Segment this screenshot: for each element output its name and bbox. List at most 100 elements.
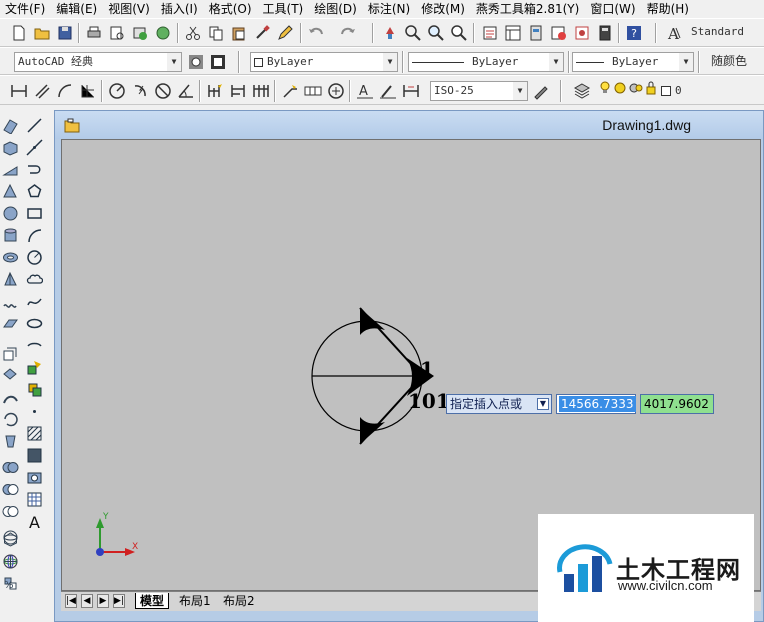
region-button[interactable]	[24, 467, 44, 487]
pan-realtime-button[interactable]	[380, 23, 400, 43]
help-button[interactable]: ?	[624, 23, 644, 43]
dim-style-combo[interactable]: ISO-25 ▼	[430, 81, 528, 101]
pyramid-button[interactable]	[0, 269, 20, 289]
arc-button[interactable]	[24, 225, 44, 245]
workspace-save-button[interactable]	[208, 52, 228, 72]
markup-set-button[interactable]	[572, 23, 592, 43]
point-button[interactable]	[24, 401, 44, 421]
continue-dim-button[interactable]	[251, 81, 271, 101]
loft-button[interactable]	[0, 431, 20, 451]
subtract-button[interactable]	[0, 479, 20, 499]
zoom-window-button[interactable]	[426, 23, 446, 43]
dim-edit-button[interactable]: A	[355, 81, 375, 101]
new-file-button[interactable]	[9, 23, 29, 43]
dim-text-edit-button[interactable]	[378, 81, 398, 101]
polygon-button[interactable]	[24, 181, 44, 201]
text-style-combo[interactable]: Standard	[688, 23, 764, 43]
tab-prev-button[interactable]: ◀	[81, 594, 93, 608]
menu-yanxiu-toolbox[interactable]: 燕秀工具箱2.81(Y)	[471, 0, 585, 18]
redo-button[interactable]	[338, 23, 358, 43]
lineweight-combo[interactable]: ByLayer ▼	[572, 52, 694, 72]
publish-button[interactable]	[130, 23, 150, 43]
intersect-button[interactable]	[0, 501, 20, 521]
helix-button[interactable]	[0, 291, 20, 311]
label-top[interactable]: 1	[420, 357, 434, 381]
tab-first-button[interactable]: |◀	[65, 594, 77, 608]
extrude-button[interactable]	[0, 343, 20, 363]
radius-dim-button[interactable]	[107, 81, 127, 101]
sheet-set-manager-button[interactable]	[549, 23, 569, 43]
insert-block-button[interactable]	[24, 357, 44, 377]
text-style-button[interactable]: A	[664, 23, 684, 43]
linetype-combo[interactable]: ByLayer ▼	[408, 52, 564, 72]
torus-button[interactable]	[0, 247, 20, 267]
quick-calc-button[interactable]	[595, 23, 615, 43]
open-file-button[interactable]	[32, 23, 52, 43]
menu-file[interactable]: 文件(F)	[0, 0, 51, 18]
menu-view[interactable]: 视图(V)	[103, 0, 156, 18]
ellipse-arc-button[interactable]	[24, 335, 44, 355]
dim-update-button[interactable]	[401, 81, 421, 101]
walk-fly-button[interactable]: %	[0, 573, 20, 593]
cylinder-button[interactable]	[0, 225, 20, 245]
tab-layout1[interactable]: 布局1	[175, 593, 215, 609]
tolerance-button[interactable]	[303, 81, 323, 101]
save-button[interactable]	[55, 23, 75, 43]
menu-edit[interactable]: 编辑(E)	[51, 0, 103, 18]
multiline-text-button[interactable]: A	[24, 511, 44, 531]
menu-draw[interactable]: 绘图(D)	[309, 0, 363, 18]
polysolid-button[interactable]	[0, 115, 20, 135]
ellipse-button[interactable]	[24, 313, 44, 333]
workspace-settings-button[interactable]	[186, 52, 206, 72]
tab-next-button[interactable]: ▶	[97, 594, 109, 608]
cut-button[interactable]	[183, 23, 203, 43]
quick-leader-button[interactable]	[280, 81, 300, 101]
sphere-button[interactable]	[0, 203, 20, 223]
menu-format[interactable]: 格式(O)	[204, 0, 258, 18]
block-editor-button[interactable]	[275, 23, 295, 43]
paste-button[interactable]	[229, 23, 249, 43]
union-button[interactable]	[0, 457, 20, 477]
polyline-button[interactable]	[24, 159, 44, 179]
chevron-down-icon[interactable]: ▼	[537, 398, 549, 410]
wedge-button[interactable]	[0, 159, 20, 179]
properties-button[interactable]	[480, 23, 500, 43]
baseline-dim-button[interactable]	[228, 81, 248, 101]
revolve-button[interactable]	[0, 409, 20, 429]
menu-tools[interactable]: 工具(T)	[258, 0, 310, 18]
sweep-button[interactable]	[0, 387, 20, 407]
undo-button[interactable]	[306, 23, 326, 43]
quick-dim-button[interactable]	[205, 81, 225, 101]
print-button[interactable]	[84, 23, 104, 43]
jogged-dim-button[interactable]	[130, 81, 150, 101]
box-button[interactable]	[0, 137, 20, 157]
ordinate-dim-button[interactable]	[78, 81, 98, 101]
tab-model[interactable]: 模型	[135, 593, 170, 609]
angular-dim-button[interactable]	[176, 81, 196, 101]
menu-help[interactable]: 帮助(H)	[642, 0, 695, 18]
planar-surface-button[interactable]	[0, 313, 20, 333]
revision-cloud-button[interactable]	[24, 269, 44, 289]
center-mark-button[interactable]	[326, 81, 346, 101]
layer-combo[interactable]: 0	[596, 81, 764, 101]
layer-color-combo[interactable]: ByLayer ▼	[250, 52, 398, 72]
hatch-button[interactable]	[24, 423, 44, 443]
table-button[interactable]	[24, 489, 44, 509]
line-button[interactable]	[24, 115, 44, 135]
construction-line-button[interactable]	[24, 137, 44, 157]
menu-window[interactable]: 窗口(W)	[585, 0, 641, 18]
layer-properties-button[interactable]	[572, 81, 592, 101]
tool-palettes-button[interactable]	[526, 23, 546, 43]
dynamic-input-y-field[interactable]: 4017.9602	[640, 394, 714, 414]
cone-button[interactable]	[0, 181, 20, 201]
workspace-combo[interactable]: AutoCAD 经典 ▼	[14, 52, 182, 72]
plot-button[interactable]	[153, 23, 173, 43]
zoom-previous-button[interactable]	[449, 23, 469, 43]
menu-dimension[interactable]: 标注(N)	[363, 0, 416, 18]
gradient-button[interactable]	[24, 445, 44, 465]
menu-insert[interactable]: 插入(I)	[156, 0, 204, 18]
label-bottom[interactable]: 101	[408, 389, 450, 413]
menu-modify[interactable]: 修改(M)	[416, 0, 471, 18]
make-block-button[interactable]	[24, 379, 44, 399]
dim-style-manager-button[interactable]	[532, 81, 552, 101]
